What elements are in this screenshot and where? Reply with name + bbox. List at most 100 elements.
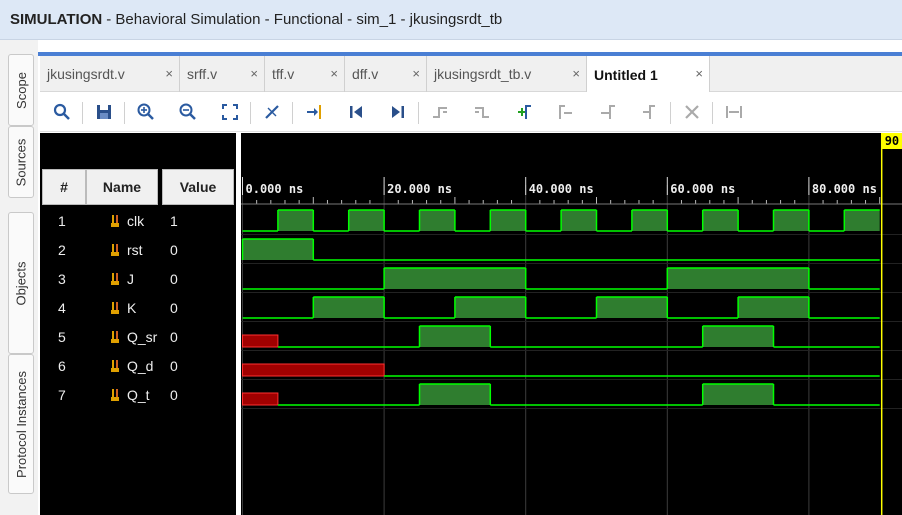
signal-row-name[interactable]: Q_d bbox=[110, 351, 158, 380]
signal-row-number: 5 bbox=[58, 328, 66, 345]
signal-icon bbox=[111, 359, 119, 372]
signal-row-value: 0 bbox=[170, 357, 178, 374]
wave-high-segment bbox=[384, 268, 526, 289]
title-bold: SIMULATION bbox=[10, 11, 103, 28]
tab-jkusingsrdt-tb-v[interactable]: jkusingsrdt_tb.v × bbox=[427, 56, 587, 92]
add-marker-icon[interactable] bbox=[510, 98, 538, 126]
cursor-snap-icon[interactable] bbox=[258, 98, 286, 126]
marker-range-icon[interactable] bbox=[720, 98, 748, 126]
wave-unknown-segment bbox=[242, 363, 385, 377]
close-icon[interactable]: × bbox=[165, 66, 173, 81]
time-tick-label: 0.000 ns bbox=[246, 182, 304, 196]
close-icon[interactable]: × bbox=[695, 66, 703, 81]
go-to-start-icon[interactable] bbox=[342, 98, 370, 126]
previous-marker-icon[interactable] bbox=[552, 98, 580, 126]
window-title: SIMULATION - Behavioral Simulation - Fun… bbox=[0, 0, 902, 40]
wave-high-segment bbox=[596, 297, 668, 318]
signal-row-number: 1 bbox=[58, 212, 66, 229]
side-tab-scope[interactable]: Scope bbox=[8, 54, 34, 126]
title-rest: - Behavioral Simulation - Functional - s… bbox=[106, 11, 503, 28]
waveform-toolbar bbox=[40, 92, 902, 132]
signal-name-label: Q_d bbox=[127, 357, 154, 374]
wave-high-segment bbox=[490, 210, 526, 231]
wave-unknown-segment bbox=[242, 392, 279, 406]
go-to-cursor-icon[interactable] bbox=[300, 98, 328, 126]
zoom-in-icon[interactable] bbox=[132, 98, 160, 126]
wave-high-segment bbox=[702, 326, 774, 347]
signal-row-number: 2 bbox=[58, 241, 66, 258]
side-tab-objects[interactable]: Objects bbox=[8, 212, 34, 354]
tab-untitled-1[interactable]: Untitled 1 × bbox=[587, 56, 710, 93]
signal-name-label: J bbox=[127, 270, 134, 287]
signal-row-value: 1 bbox=[170, 212, 178, 229]
signal-row-name[interactable]: Q_sr bbox=[110, 322, 158, 351]
signal-icon bbox=[111, 330, 119, 343]
wave-high-segment bbox=[419, 326, 491, 347]
next-transition-icon[interactable] bbox=[468, 98, 496, 126]
close-icon[interactable]: × bbox=[412, 66, 420, 81]
wave-high-segment bbox=[702, 384, 774, 405]
wave-high-segment bbox=[454, 297, 526, 318]
search-icon[interactable] bbox=[48, 98, 76, 126]
signal-row-value: 0 bbox=[170, 299, 178, 316]
signal-icon bbox=[111, 243, 119, 256]
signal-row-value: 0 bbox=[170, 241, 178, 258]
signal-name-label: K bbox=[127, 299, 137, 316]
zoom-fit-icon[interactable] bbox=[216, 98, 244, 126]
time-tick-label: 80.000 ns bbox=[812, 182, 877, 196]
previous-transition-icon[interactable] bbox=[426, 98, 454, 126]
wave-high-segment bbox=[738, 297, 809, 318]
tab-dff-v[interactable]: dff.v × bbox=[345, 56, 427, 92]
waveform-viewer[interactable]: 0.000 ns 20.000 ns 40.000 ns 60.000 ns 80.00… bbox=[241, 133, 902, 515]
signal-row-number: 7 bbox=[58, 386, 66, 403]
signal-row-number: 6 bbox=[58, 357, 66, 374]
signal-row-name[interactable]: clk bbox=[110, 206, 158, 235]
wave-high-segment bbox=[773, 210, 809, 231]
side-tab-sources[interactable]: Sources bbox=[8, 126, 34, 198]
wave-high-segment bbox=[844, 210, 880, 231]
next-marker-icon[interactable] bbox=[594, 98, 622, 126]
time-tick-label: 60.000 ns bbox=[670, 182, 735, 196]
signal-row-number: 4 bbox=[58, 299, 66, 316]
wave-high-segment bbox=[631, 210, 668, 231]
signal-icon bbox=[111, 214, 119, 227]
tab-tff-v[interactable]: tff.v × bbox=[265, 56, 345, 92]
wave-high-segment bbox=[242, 239, 314, 260]
zoom-out-icon[interactable] bbox=[174, 98, 202, 126]
wave-high-segment bbox=[313, 297, 385, 318]
close-icon[interactable]: × bbox=[250, 66, 258, 81]
close-icon[interactable]: × bbox=[572, 66, 580, 81]
signal-row-name[interactable]: rst bbox=[110, 235, 158, 264]
signal-name-label: Q_sr bbox=[127, 328, 158, 345]
column-header-num[interactable]: # bbox=[42, 169, 86, 205]
time-tick-label: 40.000 ns bbox=[529, 182, 594, 196]
close-icon[interactable]: × bbox=[330, 66, 338, 81]
wave-high-segment bbox=[348, 210, 385, 231]
signal-row-name[interactable]: K bbox=[110, 293, 158, 322]
tab-srff-v[interactable]: srff.v × bbox=[180, 56, 265, 92]
signal-row-name[interactable]: J bbox=[110, 264, 158, 293]
delete-marker-icon[interactable] bbox=[678, 98, 706, 126]
signal-row-name[interactable]: Q_t bbox=[110, 380, 158, 409]
side-tab-protocol-instances[interactable]: Protocol Instances bbox=[8, 354, 34, 494]
wave-high-segment bbox=[667, 268, 809, 289]
signal-icon bbox=[111, 272, 119, 285]
signal-icon bbox=[111, 388, 119, 401]
swap-cursors-icon[interactable] bbox=[636, 98, 664, 126]
signal-name-label: clk bbox=[127, 212, 145, 229]
signal-row-value: 0 bbox=[170, 386, 178, 403]
wave-high-segment bbox=[561, 210, 597, 231]
tab-jkusingsrdt-v[interactable]: jkusingsrdt.v × bbox=[40, 56, 180, 92]
signal-list-panel: # Name Value 1 clk 1 2 rst 0 3 J 0 4 K 0 5 Q_sr 0 6 Q_d 0… bbox=[40, 133, 236, 515]
column-header-name[interactable]: Name bbox=[86, 169, 158, 205]
time-cursor-label: 90 bbox=[885, 134, 899, 148]
signal-row-value: 0 bbox=[170, 328, 178, 345]
go-to-end-icon[interactable] bbox=[384, 98, 412, 126]
editor-tab-bar: jkusingsrdt.v × srff.v × tff.v × dff.v × jku… bbox=[40, 56, 902, 93]
signal-name-label: Q_t bbox=[127, 386, 150, 403]
wave-high-segment bbox=[419, 384, 491, 405]
side-tab-strip: Scope Sources Objects Protocol Instances bbox=[0, 40, 38, 515]
wave-high-segment bbox=[702, 210, 739, 231]
column-header-value[interactable]: Value bbox=[162, 169, 234, 205]
save-icon[interactable] bbox=[90, 98, 118, 126]
